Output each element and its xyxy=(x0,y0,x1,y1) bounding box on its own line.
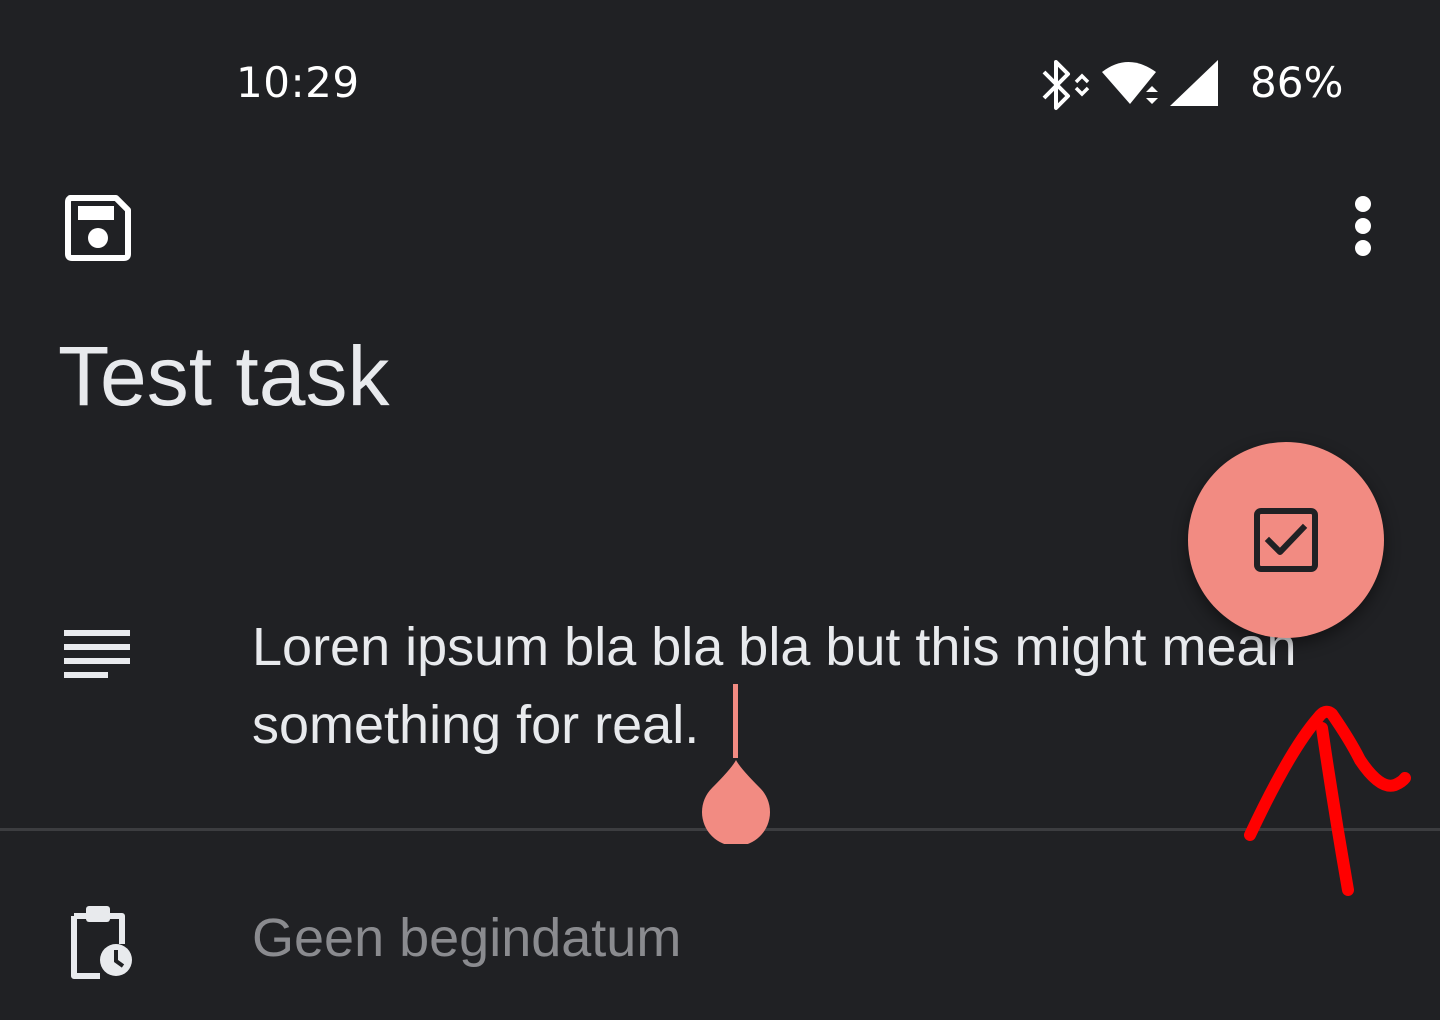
battery-percentage: 86% xyxy=(1250,58,1344,107)
start-date-field[interactable]: Geen begindatum xyxy=(252,906,681,970)
save-icon xyxy=(65,195,131,261)
wifi-icon xyxy=(1102,62,1158,104)
notes-icon xyxy=(64,630,130,678)
task-title[interactable]: Test task xyxy=(58,326,389,426)
more-vert-icon xyxy=(1355,196,1371,256)
cell-signal-icon xyxy=(1170,60,1218,106)
status-time: 10:29 xyxy=(236,58,360,107)
more-options-button[interactable] xyxy=(1330,188,1396,268)
annotation-arrow xyxy=(1244,705,1411,896)
save-button[interactable] xyxy=(58,188,138,268)
clipboard-clock-icon xyxy=(71,906,132,979)
bluetooth-icon xyxy=(1042,60,1090,110)
check-box-icon xyxy=(1254,508,1318,572)
text-cursor xyxy=(733,684,738,758)
complete-task-button[interactable] xyxy=(1188,442,1384,638)
cursor-handle[interactable] xyxy=(700,758,772,844)
